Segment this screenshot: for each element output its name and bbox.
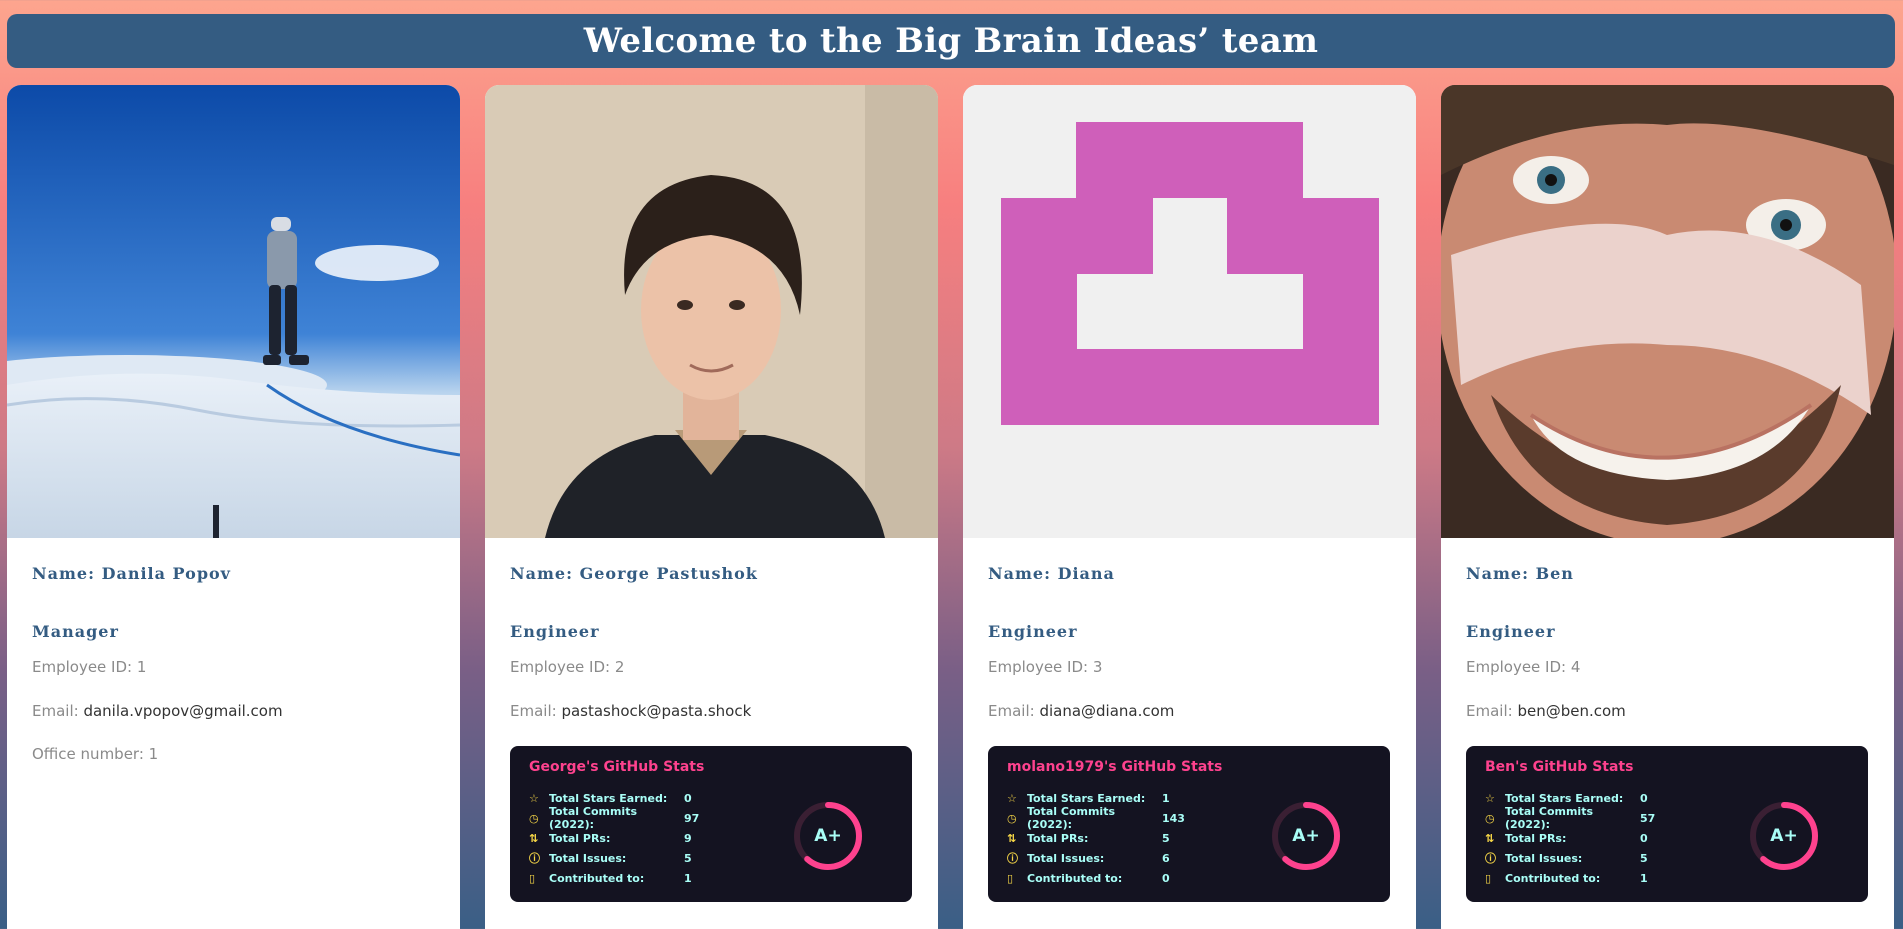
- identicon-avatar: [963, 85, 1416, 538]
- employee-id: Employee ID: 4: [1466, 658, 1581, 676]
- star-icon: ☆: [1007, 791, 1017, 805]
- grade-label: A+: [1770, 826, 1798, 846]
- github-stats-title: molano1979's GitHub Stats: [1007, 759, 1223, 775]
- pull-request-icon: ⇅: [1007, 831, 1017, 845]
- repo-icon: ▯: [529, 871, 536, 885]
- history-icon: ◷: [1485, 811, 1495, 825]
- issue-icon: ⓘ: [529, 852, 540, 865]
- github-stats-title: George's GitHub Stats: [529, 759, 705, 775]
- history-icon: ◷: [529, 811, 539, 825]
- employee-card: Name: Danila Popov Manager Employee ID: …: [7, 85, 460, 929]
- github-stats-card[interactable]: Ben's GitHub Stats ☆ Total Stars Earned: 0…: [1466, 746, 1868, 902]
- github-stats-card[interactable]: George's GitHub Stats ☆ Total Stars Earne…: [510, 746, 912, 902]
- repo-icon: ▯: [1007, 871, 1014, 885]
- issue-icon: ⓘ: [1007, 852, 1018, 865]
- email-link[interactable]: pastashock@pasta.shock: [561, 702, 751, 720]
- grade-label: A+: [1292, 826, 1320, 846]
- employee-name: Name: Danila Popov: [32, 564, 231, 583]
- page-banner: Welcome to the Big Brain Ideas’ team: [7, 14, 1895, 68]
- employee-email: Email: pastashock@pasta.shock: [510, 702, 752, 720]
- profile-photo: [485, 85, 938, 538]
- employee-name: Name: Ben: [1466, 564, 1574, 583]
- page-title: Welcome to the Big Brain Ideas’ team: [583, 21, 1319, 61]
- email-link[interactable]: ben@ben.com: [1517, 702, 1625, 720]
- employee-role: Manager: [32, 622, 119, 641]
- employee-name: Name: Diana: [988, 564, 1115, 583]
- employee-card: Name: Diana Engineer Employee ID: 3 Emai…: [963, 85, 1416, 929]
- github-stats-title: Ben's GitHub Stats: [1485, 759, 1634, 775]
- employee-role: Engineer: [510, 622, 600, 641]
- history-icon: ◷: [1007, 811, 1017, 825]
- employee-card: Name: Ben Engineer Employee ID: 4 Email:…: [1441, 85, 1894, 929]
- employee-role: Engineer: [1466, 622, 1556, 641]
- employee-card: Name: George Pastushok Engineer Employee…: [485, 85, 938, 929]
- star-icon: ☆: [1485, 791, 1495, 805]
- employee-email: Email: diana@diana.com: [988, 702, 1175, 720]
- star-icon: ☆: [529, 791, 539, 805]
- employee-role: Engineer: [988, 622, 1078, 641]
- repo-icon: ▯: [1485, 871, 1492, 885]
- email-link[interactable]: diana@diana.com: [1039, 702, 1174, 720]
- issue-icon: ⓘ: [1485, 852, 1496, 865]
- pull-request-icon: ⇅: [529, 831, 539, 845]
- office-number: Office number: 1: [32, 745, 159, 763]
- employee-id: Employee ID: 1: [32, 658, 147, 676]
- employee-email: Email: ben@ben.com: [1466, 702, 1626, 720]
- github-stats-card[interactable]: molano1979's GitHub Stats ☆ Total Stars E…: [988, 746, 1390, 902]
- pull-request-icon: ⇅: [1485, 831, 1495, 845]
- grade-label: A+: [814, 826, 842, 846]
- email-link[interactable]: danila.vpopov@gmail.com: [83, 702, 282, 720]
- employee-id: Employee ID: 3: [988, 658, 1103, 676]
- profile-photo: [1441, 85, 1894, 538]
- employee-name: Name: George Pastushok: [510, 564, 758, 583]
- employee-email: Email: danila.vpopov@gmail.com: [32, 702, 283, 720]
- employee-id: Employee ID: 2: [510, 658, 625, 676]
- profile-photo: [7, 85, 460, 538]
